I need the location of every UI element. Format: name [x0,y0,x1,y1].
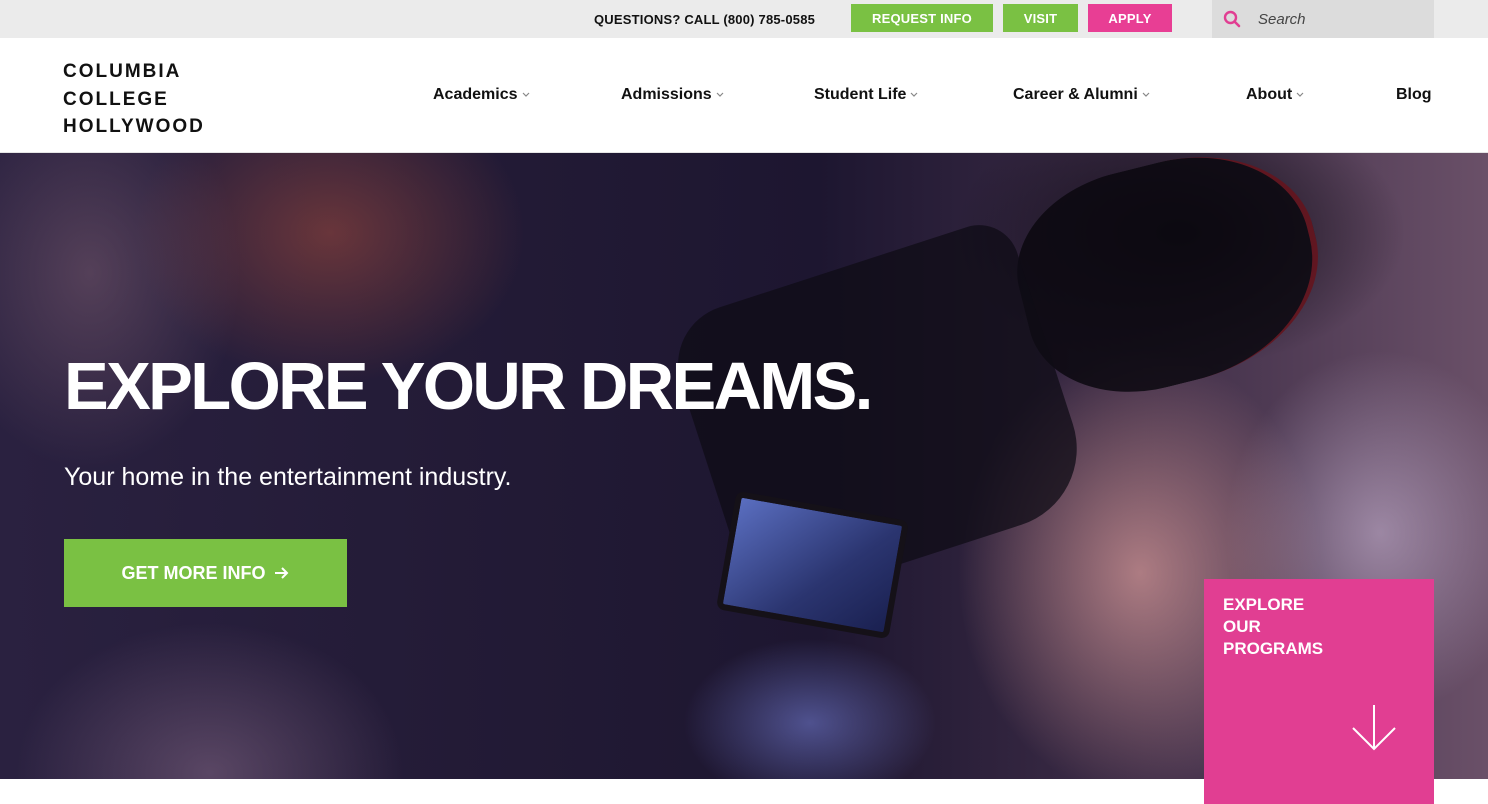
nav-item-label: Career & Alumni [1013,86,1138,103]
programs-label-line-3: PROGRAMS [1223,639,1324,658]
explore-programs-tile[interactable]: EXPLORE OUR PROGRAMS [1204,579,1434,804]
request-info-button[interactable]: REQUEST INFO [851,4,993,32]
hero-title: EXPLORE YOUR DREAMS. [64,349,873,424]
logo-line-1: COLUMBIA [63,61,182,82]
chevron-down-icon [522,92,530,98]
search-input[interactable] [1258,4,1428,34]
nav-item-blog[interactable]: Blog [1396,86,1432,104]
nav-item-career-alumni[interactable]: Career & Alumni [1013,86,1150,104]
arrow-right-icon [274,566,290,580]
apply-button[interactable]: APPLY [1088,4,1172,32]
college-logo[interactable]: COLUMBIA COLLEGE HOLLYWOOD [63,58,205,141]
utility-bar: QUESTIONS? CALL (800) 785-0585 REQUEST I… [0,0,1488,38]
nav-item-admissions[interactable]: Admissions [621,86,724,104]
programs-label-line-1: EXPLORE [1223,595,1305,614]
phone-contact[interactable]: QUESTIONS? CALL (800) 785-0585 [594,12,815,27]
site-header: COLUMBIA COLLEGE HOLLYWOOD Academics Adm… [0,38,1488,153]
nav-item-label: Admissions [621,86,712,103]
arrow-down-icon [1350,703,1398,758]
nav-item-label: About [1246,86,1293,103]
nav-item-about[interactable]: About [1246,86,1304,104]
cta-label: GET MORE INFO [121,562,266,583]
visit-button[interactable]: VISIT [1003,4,1078,32]
nav-item-label: Blog [1396,86,1432,103]
nav-item-label: Student Life [814,86,907,103]
search-icon[interactable] [1214,0,1250,38]
nav-item-academics[interactable]: Academics [433,86,530,104]
search-box [1212,0,1434,38]
nav-item-label: Academics [433,86,518,103]
hero-subtitle: Your home in the entertainment industry. [64,463,512,491]
logo-line-2: COLLEGE [63,88,169,110]
chevron-down-icon [910,92,918,98]
logo-line-3: HOLLYWOOD [63,116,205,137]
nav-item-student-life[interactable]: Student Life [814,86,918,104]
chevron-down-icon [1142,92,1150,98]
programs-label-line-2: OUR [1223,617,1261,636]
get-more-info-button[interactable]: GET MORE INFO [64,539,347,607]
programs-label: EXPLORE OUR PROGRAMS [1223,594,1363,660]
chevron-down-icon [716,92,724,98]
chevron-down-icon [1296,92,1304,98]
